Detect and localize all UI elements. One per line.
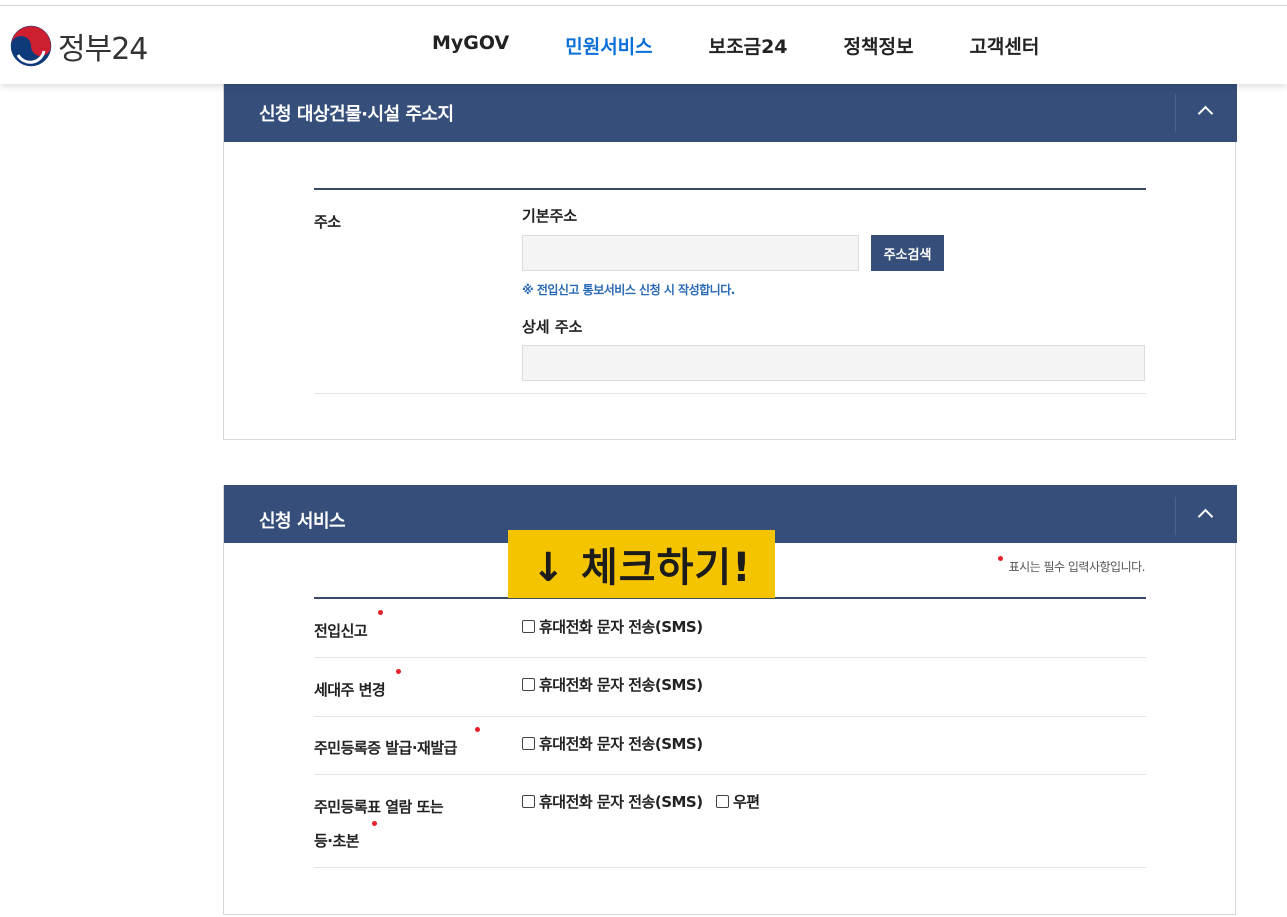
sms-checkbox-resident-record[interactable]: 휴대전화 문자 전송(SMS) bbox=[522, 791, 703, 812]
checkbox-label: 휴대전화 문자 전송(SMS) bbox=[539, 618, 703, 636]
address-search-button[interactable]: 주소검색 bbox=[871, 235, 944, 271]
checkbox-icon[interactable] bbox=[522, 795, 535, 808]
checkbox-icon[interactable] bbox=[522, 678, 535, 691]
row-label-resident-record-line2: 등·초본 bbox=[314, 832, 360, 850]
nav-item-subsidy24[interactable]: 보조금24 bbox=[709, 32, 788, 59]
detail-address-input[interactable] bbox=[522, 345, 1145, 381]
row-divider bbox=[314, 774, 1146, 775]
form-top-rule bbox=[314, 188, 1146, 190]
service-section-collapse-button[interactable] bbox=[1175, 497, 1237, 535]
address-section-header: 신청 대상건물·시설 주소지 bbox=[224, 84, 1237, 142]
sms-checkbox-move-in[interactable]: 휴대전화 문자 전송(SMS) bbox=[522, 616, 703, 637]
chevron-up-icon bbox=[1197, 508, 1214, 525]
row-label-head-change: 세대주 변경 bbox=[314, 681, 386, 699]
checkbox-label: 우편 bbox=[733, 793, 760, 811]
row-divider bbox=[314, 657, 1146, 658]
main-nav: MyGOV 민원서비스 보조금24 정책정보 고객센터 bbox=[432, 32, 1095, 59]
address-notice: ※ 전입신고 통보서비스 신청 시 작성합니다. bbox=[522, 283, 735, 297]
row-divider bbox=[314, 393, 1146, 394]
address-section-collapse-button[interactable] bbox=[1175, 94, 1237, 132]
address-row-label: 주소 bbox=[314, 213, 341, 231]
site-logo[interactable]: 정부24 bbox=[10, 24, 148, 68]
required-dot-icon bbox=[997, 556, 1003, 561]
checkbox-label: 휴대전화 문자 전송(SMS) bbox=[539, 793, 703, 811]
required-note: 표시는 필수 입력사항입니다. bbox=[997, 556, 1146, 575]
row-label-move-in: 전입신고 bbox=[314, 622, 368, 640]
row-divider bbox=[314, 867, 1146, 868]
detail-address-label: 상세 주소 bbox=[522, 318, 583, 336]
checkbox-icon[interactable] bbox=[522, 737, 535, 750]
required-dot-icon bbox=[396, 669, 401, 674]
nav-item-civil-services[interactable]: 민원서비스 bbox=[565, 32, 652, 59]
required-dot-icon bbox=[378, 610, 383, 615]
row-label-resident-record-line1: 주민등록표 열람 또는 bbox=[314, 798, 444, 816]
mail-checkbox-resident-record[interactable]: 우편 bbox=[716, 791, 760, 812]
logo-text: 정부24 bbox=[58, 32, 148, 67]
nav-item-policy-info[interactable]: 정책정보 bbox=[844, 32, 914, 59]
row-divider bbox=[314, 716, 1146, 717]
annotation-text: ↓ 체크하기! bbox=[531, 545, 752, 591]
checkbox-label: 휴대전화 문자 전송(SMS) bbox=[539, 735, 703, 753]
address-section: 신청 대상건물·시설 주소지 주소 기본주소 주소검색 ※ 전입신고 통보서비스… bbox=[223, 84, 1237, 440]
service-section-title: 신청 서비스 bbox=[259, 511, 346, 532]
checkbox-icon[interactable] bbox=[716, 795, 729, 808]
nav-item-customer-center[interactable]: 고객센터 bbox=[969, 32, 1039, 59]
taegeuk-logo-icon bbox=[10, 25, 52, 67]
address-section-title: 신청 대상건물·시설 주소지 bbox=[259, 104, 454, 125]
basic-address-input[interactable] bbox=[522, 235, 859, 271]
check-here-annotation: ↓ 체크하기! bbox=[508, 530, 775, 598]
sms-checkbox-id-card[interactable]: 휴대전화 문자 전송(SMS) bbox=[522, 733, 703, 754]
required-dot-icon bbox=[475, 727, 480, 732]
required-note-text: 표시는 필수 입력사항입니다. bbox=[1008, 560, 1146, 574]
checkbox-label: 휴대전화 문자 전송(SMS) bbox=[539, 676, 703, 694]
checkbox-icon[interactable] bbox=[522, 620, 535, 633]
basic-address-label: 기본주소 bbox=[522, 207, 578, 225]
site-header: 정부24 MyGOV 민원서비스 보조금24 정책정보 고객센터 bbox=[0, 6, 1287, 84]
required-dot-icon bbox=[372, 821, 377, 826]
row-label-id-card: 주민등록증 발급·재발급 bbox=[314, 739, 457, 757]
nav-item-mygov[interactable]: MyGOV bbox=[432, 32, 509, 59]
sms-checkbox-head-change[interactable]: 휴대전화 문자 전송(SMS) bbox=[522, 674, 703, 695]
chevron-up-icon bbox=[1197, 105, 1214, 122]
